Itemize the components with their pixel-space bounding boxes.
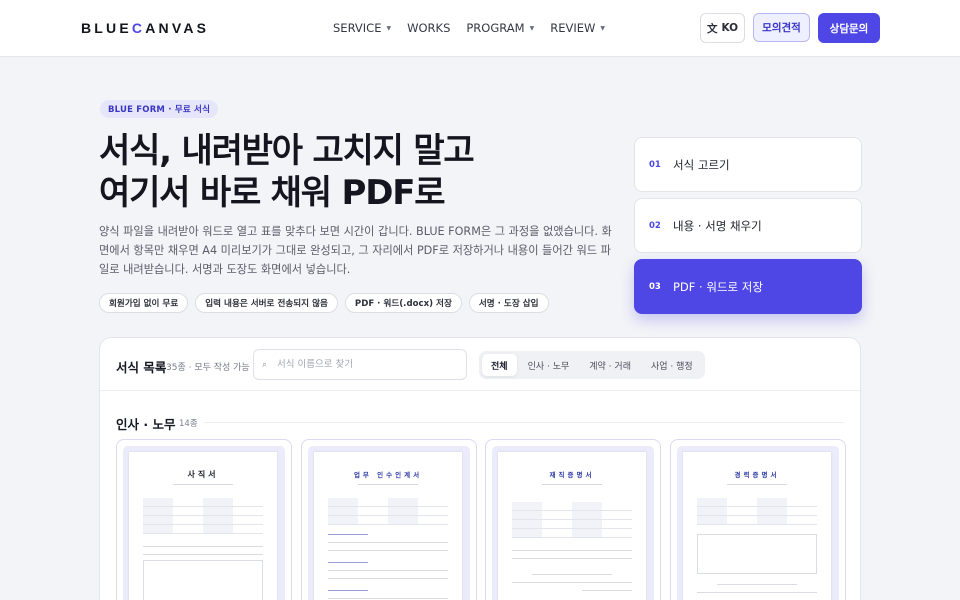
form-search[interactable]: ⌕ — [253, 349, 467, 380]
feature-chip: PDF · 워드(.docx) 저장 — [344, 293, 462, 313]
hero-badge: BLUE FORM · 무료 서식 — [100, 100, 219, 118]
tab-contract-trade[interactable]: 계약 · 거래 — [580, 354, 640, 376]
form-card-employment-cert[interactable]: 재직증명서 — [485, 439, 661, 600]
section-title: 인사 · 노무 — [116, 417, 176, 432]
tab-business-admin[interactable]: 사업 · 행정 — [642, 354, 702, 376]
form-thumbnail: 경력증명서 — [677, 446, 839, 600]
form-thumbnail: 업무 인수인계서 — [308, 446, 470, 600]
document-preview: 업무 인수인계서 — [314, 452, 462, 600]
step-save-file[interactable]: 03 PDF · 워드로 저장 — [634, 259, 862, 314]
form-thumbnail: 사직서 — [123, 446, 285, 600]
section-divider — [204, 422, 844, 423]
form-card-resignation[interactable]: 사직서 — [116, 439, 292, 600]
form-card-handover[interactable]: 업무 인수인계서 — [301, 439, 477, 600]
feature-chip: 입력 내용은 서버로 전송되지 않음 — [195, 293, 338, 313]
tab-hr-labor[interactable]: 인사 · 노무 — [519, 354, 579, 376]
form-list-header: 서식 목록 35종 · 모두 작성 가능 ⌕ 전체 인사 · 노무 계약 · 거… — [100, 338, 860, 391]
caret-down-icon: ▼ — [600, 24, 605, 32]
feature-chip: 회원가입 없이 무료 — [99, 293, 189, 313]
quote-button[interactable]: 모의견적 — [753, 13, 810, 42]
feature-chips: 회원가입 없이 무료 입력 내용은 서버로 전송되지 않음 PDF · 워드(.… — [99, 293, 549, 313]
caret-down-icon: ▼ — [529, 24, 535, 32]
form-card-career-cert[interactable]: 경력증명서 — [670, 439, 846, 600]
nav-item-works[interactable]: WORKS — [407, 21, 450, 35]
step-fill-content[interactable]: 02 내용 · 서명 채우기 — [634, 198, 862, 253]
language-icon: 文 — [706, 22, 718, 35]
nav-item-review[interactable]: REVIEW ▼ — [550, 21, 605, 35]
hero-title: 서식, 내려받아 고치지 말고 여기서 바로 채워 PDF로 — [99, 131, 475, 213]
form-list-count: 35종 · 모두 작성 가능 — [166, 363, 250, 373]
nav-item-program[interactable]: PROGRAM ▼ — [466, 21, 534, 35]
caret-down-icon: ▼ — [386, 24, 392, 32]
form-list-title: 서식 목록 — [116, 360, 167, 375]
main-nav: SERVICE ▼ WORKS PROGRAM ▼ REVIEW ▼ — [333, 21, 605, 35]
language-button[interactable]: 文 KO — [700, 13, 745, 43]
step-choose-form[interactable]: 01 서식 고르기 — [634, 137, 862, 192]
tab-all[interactable]: 전체 — [482, 354, 517, 376]
section-count: 14종 — [179, 419, 198, 429]
feature-chip: 서명 · 도장 삽입 — [468, 293, 549, 313]
form-search-input[interactable] — [277, 359, 453, 370]
category-tabs: 전체 인사 · 노무 계약 · 거래 사업 · 행정 — [479, 351, 705, 379]
document-preview: 사직서 — [129, 452, 277, 600]
document-preview: 재직증명서 — [498, 452, 646, 600]
consult-button[interactable]: 상담문의 — [818, 13, 880, 43]
search-icon: ⌕ — [262, 359, 268, 370]
form-thumbnail: 재직증명서 — [492, 446, 654, 600]
form-list-panel: 서식 목록 35종 · 모두 작성 가능 ⌕ 전체 인사 · 노무 계약 · 거… — [99, 337, 861, 600]
site-header: BLUECANVAS SERVICE ▼ WORKS PROGRAM ▼ REVIE… — [0, 0, 960, 57]
document-preview: 경력증명서 — [683, 452, 831, 600]
hero-description: 양식 파일을 내려받아 워드로 열고 표를 맞추다 보면 시간이 갑니다. BL… — [99, 225, 612, 276]
logo[interactable]: BLUECANVAS — [81, 20, 209, 36]
nav-item-service[interactable]: SERVICE ▼ — [333, 21, 391, 35]
